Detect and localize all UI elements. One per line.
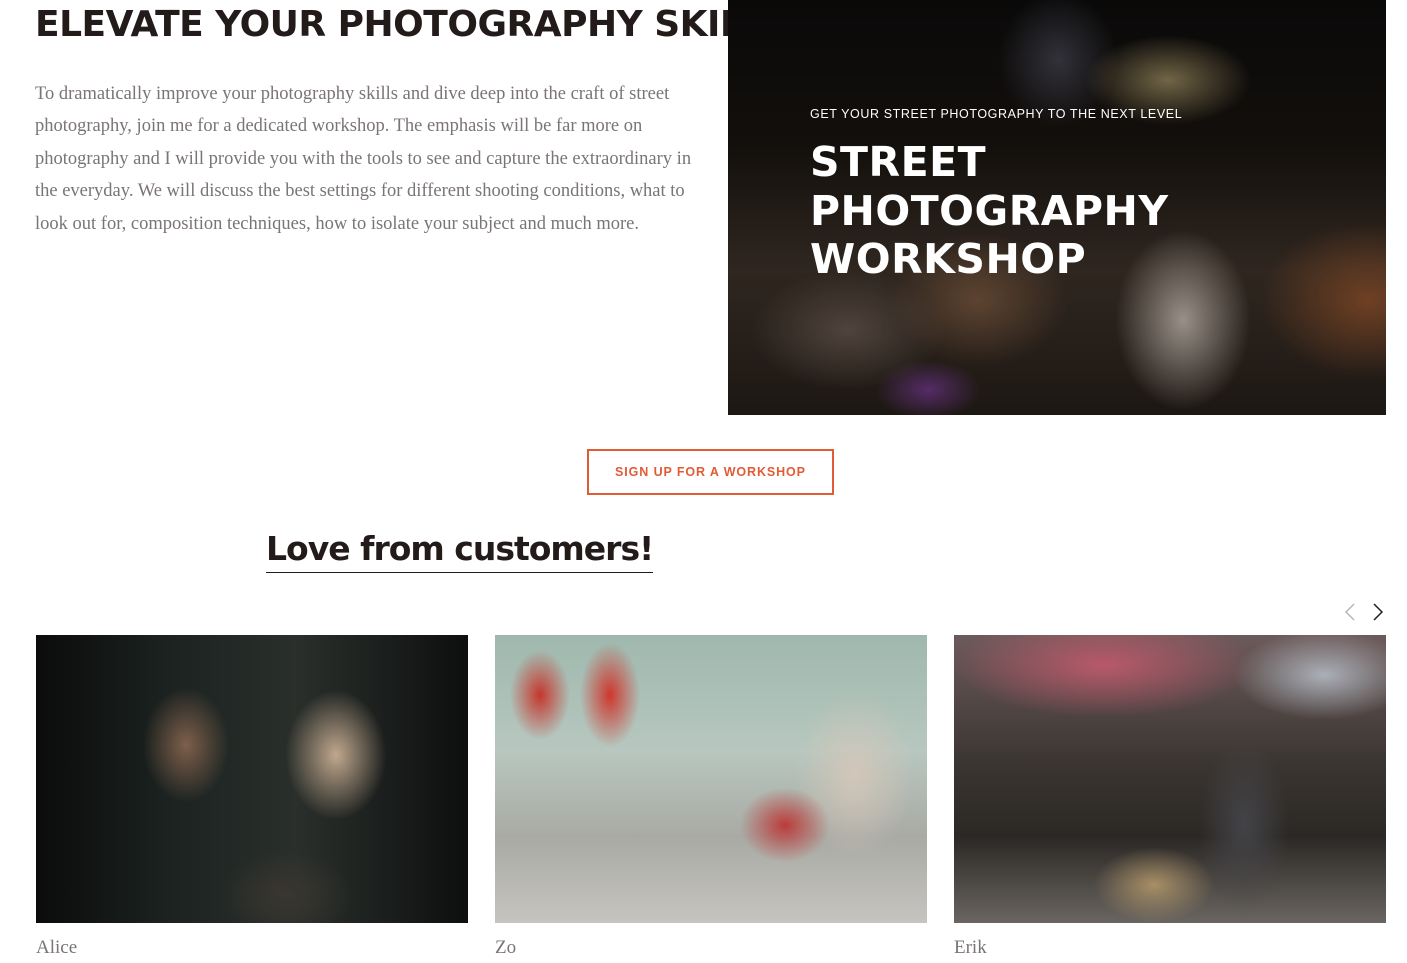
testimonials-heading: Love from customers! xyxy=(266,526,654,573)
sign-up-workshop-button[interactable]: SIGN UP FOR A WORKSHOP xyxy=(587,449,834,495)
hero-title: STREET PHOTOGRAPHY WORKSHOP xyxy=(810,138,1169,284)
testimonial-name: Zo xyxy=(495,937,517,958)
intro-paragraph: To dramatically improve your photography… xyxy=(35,84,692,234)
testimonial-photo xyxy=(954,635,1386,923)
testimonial-photo xyxy=(495,635,927,923)
chevron-right-icon xyxy=(1373,603,1383,621)
hero-title-line: PHOTOGRAPHY xyxy=(810,186,1169,235)
hero-title-line: WORKSHOP xyxy=(810,235,1087,283)
chevron-left-icon xyxy=(1345,603,1355,621)
testimonial-name: Erik xyxy=(954,937,987,958)
testimonial-name: Alice xyxy=(36,937,78,958)
testimonial-card[interactable]: Alice xyxy=(36,635,468,960)
testimonial-card[interactable]: Zo xyxy=(495,635,927,960)
testimonial-photo xyxy=(36,635,468,923)
hero-eyebrow: GET YOUR STREET PHOTOGRAPHY TO THE NEXT … xyxy=(810,107,1183,121)
carousel-next-button[interactable] xyxy=(1370,600,1386,624)
hero-title-line: STREET xyxy=(810,138,987,186)
carousel-prev-button[interactable] xyxy=(1342,600,1358,624)
page-headline: ELEVATE YOUR PHOTOGRAPHY SKILLS xyxy=(35,4,791,45)
testimonial-card[interactable]: Erik xyxy=(954,635,1386,960)
hero-banner: GET YOUR STREET PHOTOGRAPHY TO THE NEXT … xyxy=(728,0,1386,415)
